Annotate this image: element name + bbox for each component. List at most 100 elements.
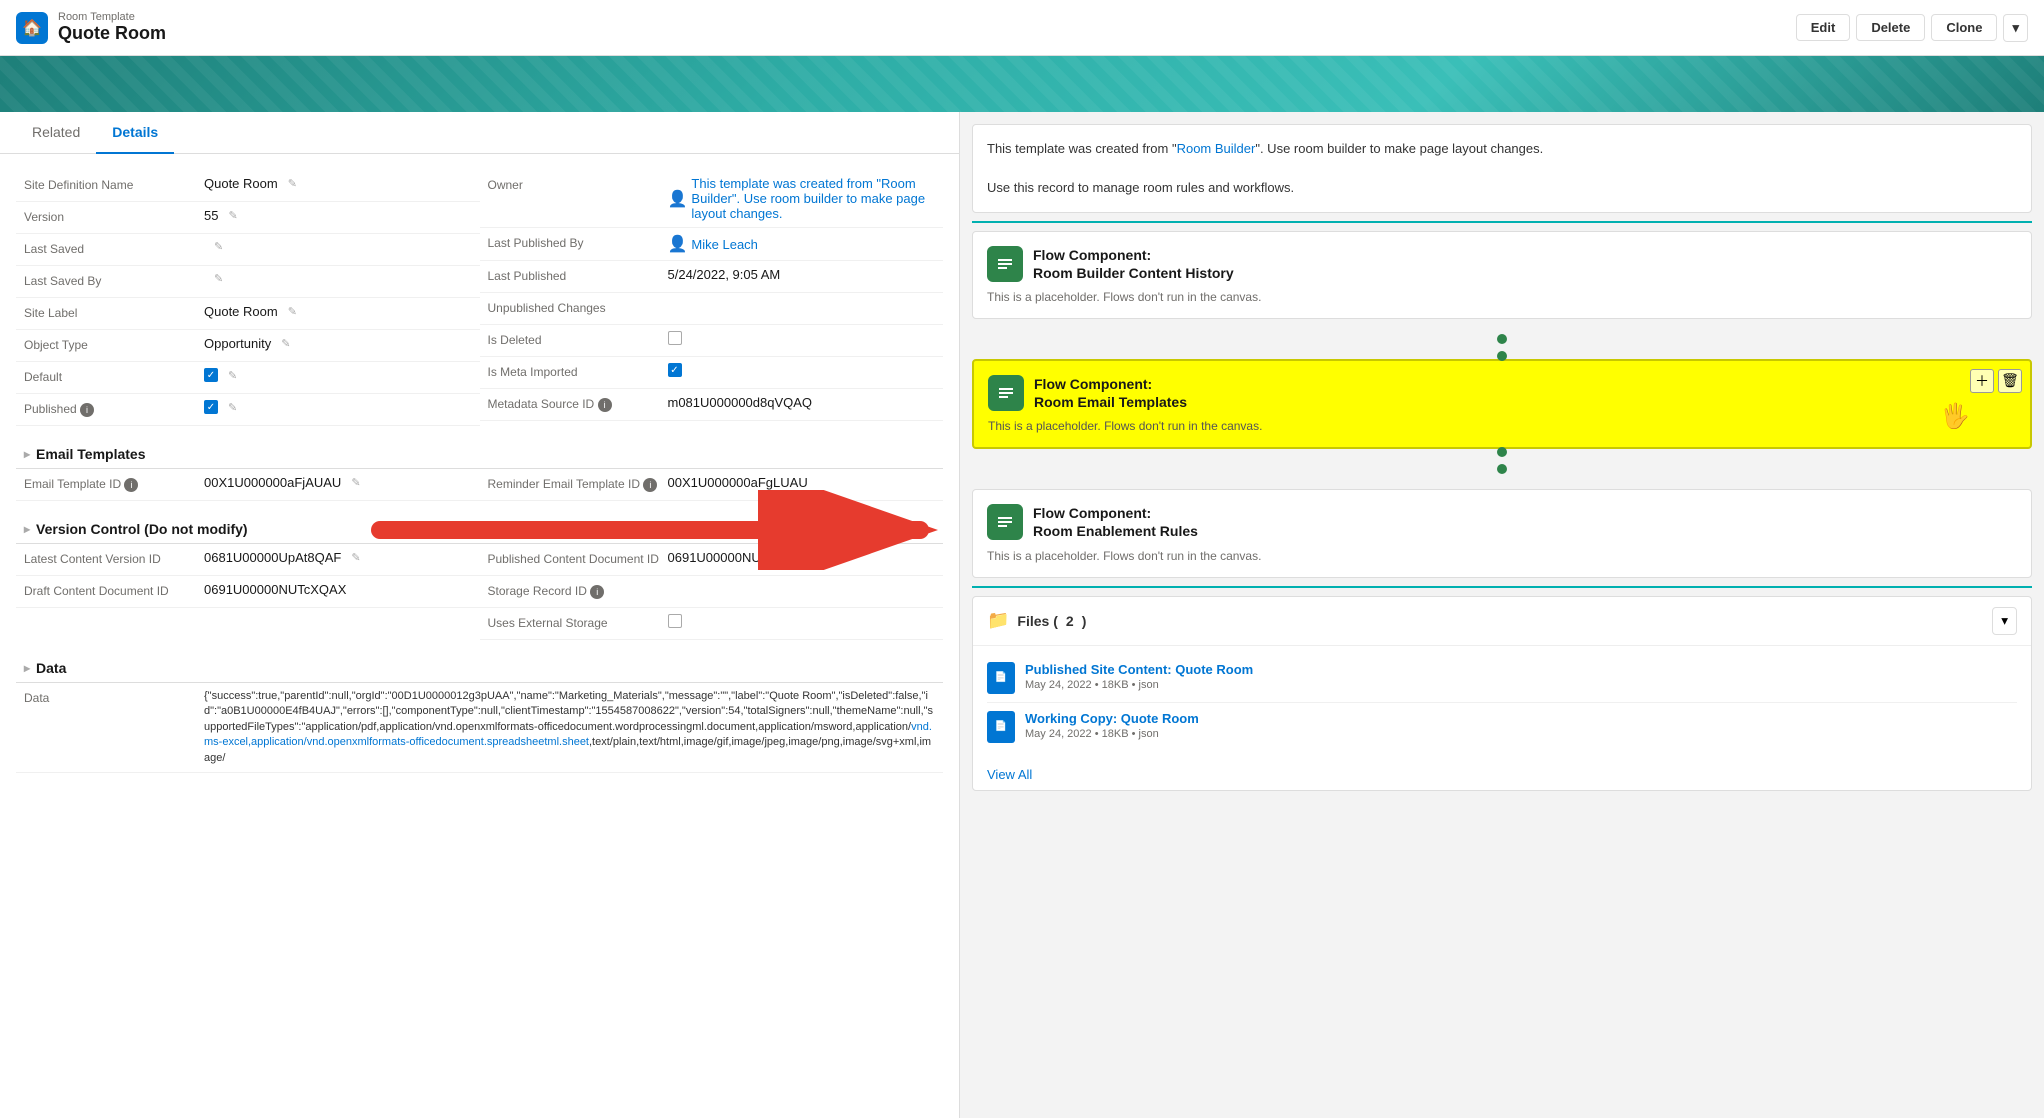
is-deleted-checkbox[interactable] xyxy=(668,331,682,345)
room-template-icon: 🏠 xyxy=(16,12,48,44)
is-meta-imported-checkbox[interactable]: ✓ xyxy=(668,363,682,377)
edit-icon[interactable]: ✎ xyxy=(288,305,297,318)
flow-add-button[interactable]: ＋ xyxy=(1970,369,1994,393)
flow-icon-email xyxy=(988,375,1024,411)
field-published-content-document-id: Published Content Document ID 0691U00000… xyxy=(480,544,944,576)
field-reminder-email-template-id: Reminder Email Template ID i 00X1U000000… xyxy=(480,469,944,501)
field-unpublished-changes: Unpublished Changes xyxy=(480,293,944,325)
delete-button[interactable]: Delete xyxy=(1856,14,1925,41)
last-published-by-link[interactable]: Mike Leach xyxy=(691,237,757,252)
clone-button[interactable]: Clone xyxy=(1931,14,1997,41)
details-content: Site Definition Name Quote Room ✎ Versio… xyxy=(0,154,959,789)
flow-icon-history xyxy=(987,246,1023,282)
file-meta-working: May 24, 2022 • 18KB • json xyxy=(1025,728,2017,740)
tabs-bar: Related Details xyxy=(0,112,959,154)
field-latest-content-version-id: Latest Content Version ID 0681U00000UpAt… xyxy=(16,544,480,576)
field-version: Version 55 ✎ xyxy=(16,202,480,234)
flow-connector-bottom xyxy=(972,461,2032,477)
edit-icon[interactable]: ✎ xyxy=(214,240,223,253)
view-all-files-link[interactable]: View All xyxy=(973,759,2031,790)
tab-details[interactable]: Details xyxy=(96,112,174,154)
flow-title-history: Flow Component:Room Builder Content Hist… xyxy=(1033,246,1234,282)
field-object-type: Object Type Opportunity ✎ xyxy=(16,330,480,362)
email-left-col: Email Template ID i 00X1U000000aFjAUAU ✎ xyxy=(16,469,480,501)
section-toggle-email[interactable]: ▸ xyxy=(24,447,30,461)
flow-icon-rules xyxy=(987,504,1023,540)
flow-connector-top xyxy=(972,331,2032,347)
flow-desc-rules: This is a placeholder. Flows don't run i… xyxy=(987,549,2017,563)
field-uses-external-storage: Uses External Storage xyxy=(480,608,944,640)
version-right-col: Published Content Document ID 0691U00000… xyxy=(480,544,944,640)
files-dropdown-button[interactable]: ▾ xyxy=(1992,607,2017,635)
field-default: Default ✓ ✎ xyxy=(16,362,480,394)
folder-icon: 📁 xyxy=(987,610,1009,631)
flow-card-history-header: Flow Component:Room Builder Content Hist… xyxy=(987,246,2017,282)
flow-card-actions: ＋ 🗑 xyxy=(1970,369,2022,393)
metadata-source-info-icon[interactable]: i xyxy=(598,398,612,412)
file-item-working: 📄 Working Copy: Quote Room May 24, 2022 … xyxy=(987,703,2017,751)
file-name-working[interactable]: Working Copy: Quote Room xyxy=(1025,711,2017,726)
files-header: 📁 Files (2) ▾ xyxy=(973,597,2031,646)
field-is-meta-imported: Is Meta Imported ✓ xyxy=(480,357,944,389)
edit-icon[interactable]: ✎ xyxy=(281,337,290,350)
file-icon-working: 📄 xyxy=(987,711,1015,743)
section-toggle-version[interactable]: ▸ xyxy=(24,522,30,536)
field-metadata-source-id: Metadata Source ID i m081U000000d8qVQAQ xyxy=(480,389,944,421)
page-subtitle: Room Template xyxy=(58,11,166,23)
field-email-template-id: Email Template ID i 00X1U000000aFjAUAU ✎ xyxy=(16,469,480,501)
field-owner: Owner 👤 This template was created from "… xyxy=(480,170,944,228)
edit-icon[interactable]: ✎ xyxy=(228,369,237,382)
email-templates-section-header: ▸ Email Templates xyxy=(16,434,943,469)
flow-card-history: Flow Component:Room Builder Content Hist… xyxy=(972,231,2032,319)
flow-desc-history: This is a placeholder. Flows don't run i… xyxy=(987,290,2017,304)
uses-external-storage-checkbox[interactable] xyxy=(668,614,682,628)
teal-divider xyxy=(972,221,2032,223)
field-last-saved: Last Saved ✎ xyxy=(16,234,480,266)
right-panel: This template was created from "Room Bui… xyxy=(960,112,2044,1118)
field-draft-content-document-id: Draft Content Document ID 0691U00000NUTc… xyxy=(16,576,480,608)
data-link[interactable]: vnd.ms-excel,application/vnd.openxmlform… xyxy=(204,721,932,748)
edit-button[interactable]: Edit xyxy=(1796,14,1851,41)
file-name-published[interactable]: Published Site Content: Quote Room xyxy=(1025,662,2017,677)
field-data: Data {"success":true,"parentId":null,"or… xyxy=(16,683,943,773)
flow-dot-top xyxy=(1497,334,1507,344)
published-checkbox[interactable]: ✓ xyxy=(204,400,218,414)
flow-delete-button[interactable]: 🗑 xyxy=(1998,369,2022,393)
flow-card-rules: Flow Component:Room Enablement Rules Thi… xyxy=(972,489,2032,577)
decorative-teal-bar xyxy=(0,56,2044,112)
owner-link[interactable]: This template was created from "Room Bui… xyxy=(691,176,935,221)
right-fields-col: Owner 👤 This template was created from "… xyxy=(480,170,944,426)
storage-record-info-icon[interactable]: i xyxy=(590,585,604,599)
flow-title-rules: Flow Component:Room Enablement Rules xyxy=(1033,504,1198,540)
page-title: Quote Room xyxy=(58,23,166,44)
tab-related[interactable]: Related xyxy=(16,112,96,154)
email-template-info-icon[interactable]: i xyxy=(124,478,138,492)
default-checkbox[interactable]: ✓ xyxy=(204,368,218,382)
data-section-header: ▸ Data xyxy=(16,648,943,683)
field-last-saved-by: Last Saved By ✎ xyxy=(16,266,480,298)
reminder-email-info-icon[interactable]: i xyxy=(643,478,657,492)
file-meta-published: May 24, 2022 • 18KB • json xyxy=(1025,679,2017,691)
flow-title-email: Flow Component:Room Email Templates xyxy=(1034,375,1187,411)
section-toggle-data[interactable]: ▸ xyxy=(24,661,30,675)
edit-icon[interactable]: ✎ xyxy=(228,209,237,222)
edit-icon[interactable]: ✎ xyxy=(214,272,223,285)
room-builder-link[interactable]: Room Builder xyxy=(1177,141,1256,156)
field-site-label: Site Label Quote Room ✎ xyxy=(16,298,480,330)
published-info-icon[interactable]: i xyxy=(80,403,94,417)
actions-dropdown-button[interactable]: ▾ xyxy=(2003,14,2028,42)
field-last-published-by: Last Published By 👤 Mike Leach xyxy=(480,228,944,261)
email-right-col: Reminder Email Template ID i 00X1U000000… xyxy=(480,469,944,501)
field-site-definition-name: Site Definition Name Quote Room ✎ xyxy=(16,170,480,202)
edit-icon[interactable]: ✎ xyxy=(351,476,360,489)
files-title: 📁 Files (2) xyxy=(987,610,1086,631)
edit-icon[interactable]: ✎ xyxy=(351,551,360,564)
file-icon-published: 📄 xyxy=(987,662,1015,694)
file-info-working: Working Copy: Quote Room May 24, 2022 • … xyxy=(1025,711,2017,740)
files-section: 📁 Files (2) ▾ 📄 Published Site Content: … xyxy=(972,596,2032,791)
header-left: 🏠 Room Template Quote Room xyxy=(16,11,166,44)
flow-card-email-header: Flow Component:Room Email Templates xyxy=(988,375,2016,411)
edit-icon[interactable]: ✎ xyxy=(228,401,237,414)
edit-icon[interactable]: ✎ xyxy=(288,177,297,190)
teal-divider-2 xyxy=(972,586,2032,588)
